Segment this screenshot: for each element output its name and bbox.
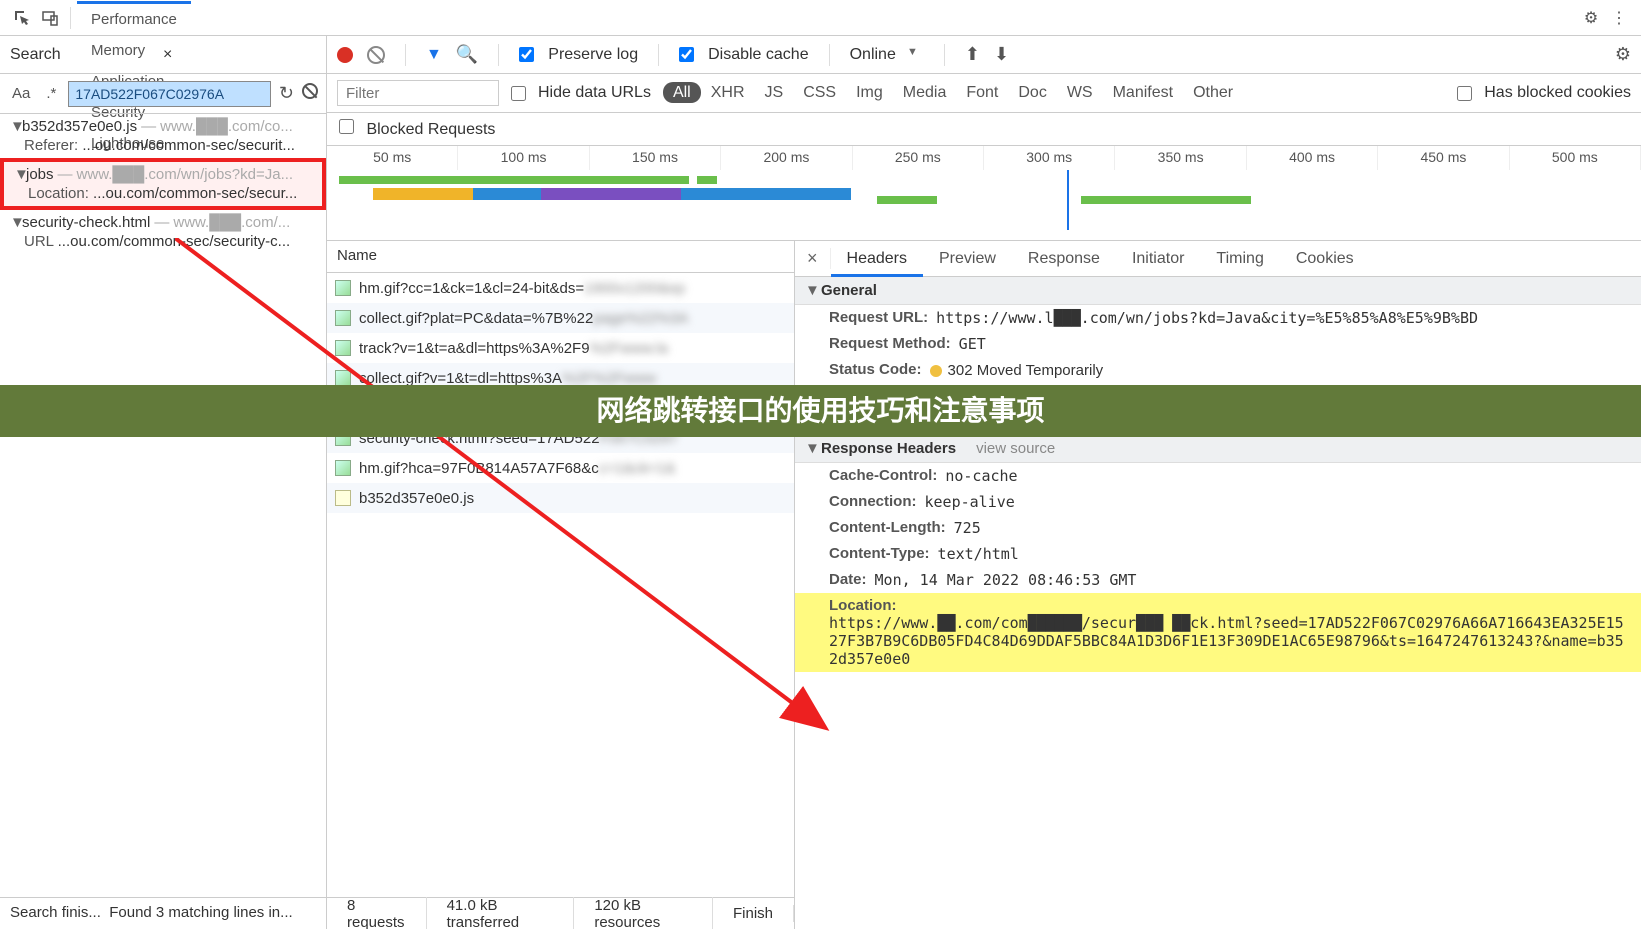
general-section-header[interactable]: ▼General [795,277,1641,305]
network-timeline[interactable]: 50 ms100 ms150 ms200 ms250 ms300 ms350 m… [327,146,1641,241]
filter-category-all[interactable]: All [663,82,701,103]
view-source-link[interactable]: view source [976,440,1055,457]
close-detail-icon[interactable]: × [795,248,831,269]
filter-category-manifest[interactable]: Manifest [1103,82,1183,103]
search-result[interactable]: ▼b352d357e0e0.js—www.███.com/co...Refere… [0,114,326,158]
blocked-cookies-label: Has blocked cookies [1484,84,1631,102]
request-row[interactable]: jobs?kd=Java&city=███%85%A8% [327,393,794,423]
preserve-log-label: Preserve log [548,46,638,64]
download-icon[interactable]: ⬇ [994,44,1009,65]
device-toggle-icon[interactable] [36,4,64,32]
request-row[interactable]: security-check.html?seed=17AD522F067C029… [327,423,794,453]
request-row[interactable]: collect.gif?v=1&t=dl=https%3A%2F%2Fwww [327,363,794,393]
response-header-row: Date:Mon, 14 Mar 2022 08:46:53 GMT [795,567,1641,593]
response-header-row: Location:https://www.██.com/com██████/se… [795,593,1641,672]
search-title: Search [10,46,159,64]
search-input[interactable] [68,81,271,107]
image-icon [335,340,351,356]
image-icon [335,370,351,386]
status-dot-icon [930,365,942,377]
detail-tab-headers[interactable]: Headers [831,243,923,277]
filter-category-font[interactable]: Font [956,82,1008,103]
filter-category-img[interactable]: Img [846,82,893,103]
settings-gear-icon[interactable]: ⚙ [1577,4,1605,32]
blocked-cookies-checkbox[interactable] [1457,86,1472,101]
request-row[interactable]: b352d357e0e0.js [327,483,794,513]
regex-icon[interactable]: .* [42,83,60,104]
filter-category-xhr[interactable]: XHR [701,82,755,103]
devtools-main-tabs: ElementsConsoleSourcesNetworkPerformance… [0,0,1641,36]
image-icon [335,430,351,446]
disable-cache-label: Disable cache [708,46,809,64]
blocked-requests-checkbox[interactable] [339,119,354,134]
hide-data-urls-label: Hide data URLs [538,84,651,102]
search-icon[interactable]: 🔍 [456,44,478,65]
filter-category-media[interactable]: Media [893,82,957,103]
image-icon [335,460,351,476]
filter-bar: Hide data URLs AllXHRJSCSSImgMediaFontDo… [327,74,1641,113]
blocked-requests-label: Blocked Requests [366,121,495,138]
request-row[interactable]: collect.gif?plat=PC&data=%7B%22page%22%3… [327,303,794,333]
request-url-value: https://www.l███.com/wn/jobs?kd=Java&cit… [936,309,1478,327]
response-header-row: Content-Length:725 [795,515,1641,541]
search-panel: Search × Aa .* ↻ ▼b352d357e0e0.js—www.██… [0,36,327,929]
tab-performance[interactable]: Performance [77,4,191,35]
image-icon [335,280,351,296]
network-toolbar: ▼ 🔍 Preserve log Disable cache Online ⬆ … [327,36,1641,74]
response-header-row: Content-Type:text/html [795,541,1641,567]
response-header-row: Cache-Control:no-cache [795,463,1641,489]
separator [70,7,71,29]
request-detail-tabs: × HeadersPreviewResponseInitiatorTimingC… [795,241,1641,277]
kebab-menu-icon[interactable]: ⋮ [1605,4,1633,32]
filter-category-other[interactable]: Other [1183,82,1243,103]
record-icon[interactable] [337,47,353,63]
close-icon[interactable]: × [159,46,316,64]
request-row[interactable]: hm.gif?cc=1&ck=1&cl=24-bit&ds=1900x1200&… [327,273,794,303]
filter-category-ws[interactable]: WS [1057,82,1103,103]
disable-cache-checkbox[interactable] [679,47,694,62]
request-row[interactable]: hm.gif?hca=97F0B814A57A7F68&cc=1&ck=1& [327,453,794,483]
image-icon [335,400,351,416]
clear-icon[interactable] [302,83,318,104]
request-row[interactable]: track?v=1&t=a&dl=https%3A%2F9%2Fwww.la [327,333,794,363]
script-icon [335,490,351,506]
panel-settings-icon[interactable]: ⚙ [1615,44,1631,65]
request-list-header: Name [327,241,794,273]
match-case-icon[interactable]: Aa [8,83,34,104]
filter-category-css[interactable]: CSS [793,82,846,103]
detail-tab-timing[interactable]: Timing [1200,243,1279,274]
hide-data-urls-checkbox[interactable] [511,86,526,101]
detail-tab-response[interactable]: Response [1012,243,1116,274]
response-headers-section[interactable]: ▼Response Headersview source [795,435,1641,463]
network-footer: 8 requests 41.0 kB transferred 120 kB re… [327,897,794,929]
inspect-icon[interactable] [8,4,36,32]
refresh-icon[interactable]: ↻ [279,83,294,104]
response-header-row: Connection:keep-alive [795,489,1641,515]
filter-icon[interactable]: ▼ [426,46,442,64]
filter-input[interactable] [337,80,499,106]
detail-tab-initiator[interactable]: Initiator [1116,243,1200,274]
throttling-select[interactable]: Online [850,46,924,64]
search-result[interactable]: ▼security-check.html—www.███.com/...URL … [0,210,326,254]
upload-icon[interactable]: ⬆ [965,44,980,65]
search-result[interactable]: ▼jobs—www.███.com/wn/jobs?kd=Ja...Locati… [0,158,326,210]
filter-category-js[interactable]: JS [755,82,794,103]
search-status: Search finis... Found 3 matching lines i… [0,897,326,929]
preserve-log-checkbox[interactable] [519,47,534,62]
detail-tab-cookies[interactable]: Cookies [1280,243,1370,274]
clear-icon[interactable] [367,46,385,64]
filter-category-doc[interactable]: Doc [1008,82,1056,103]
image-icon [335,310,351,326]
detail-tab-preview[interactable]: Preview [923,243,1012,274]
